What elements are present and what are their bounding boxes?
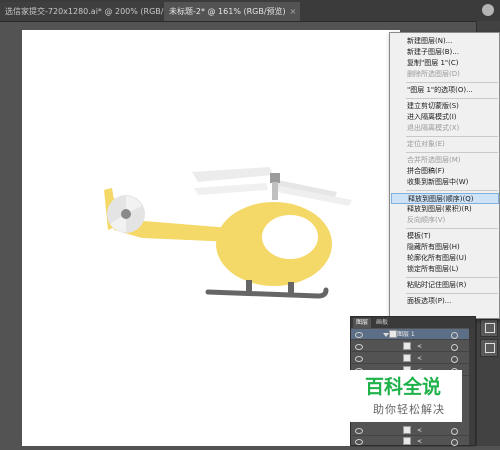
menu-separator	[406, 82, 498, 83]
rotor-blade-left-2	[194, 183, 268, 195]
menu-item[interactable]: 新建图层(N)...	[391, 36, 499, 47]
sublayer-row[interactable]: <	[351, 341, 475, 352]
artboards-icon	[485, 343, 495, 353]
rotor-blade-left	[192, 167, 273, 182]
sublayer-row[interactable]: <	[351, 425, 475, 436]
menu-item: 退出隔离模式(X)	[407, 124, 460, 132]
menu-item[interactable]: 面板选项(P)...	[391, 296, 499, 307]
artboard[interactable]	[22, 30, 400, 446]
target-icon[interactable]	[451, 356, 458, 363]
menu-item[interactable]: 收集到新图层中(W)	[391, 177, 499, 188]
menu-item[interactable]: 隐藏所有图层(H)	[391, 242, 499, 253]
tail-rotor-hub	[121, 209, 131, 219]
watermark-title: 百科全说	[365, 376, 442, 398]
sublayer-name: <	[417, 427, 423, 434]
menu-item[interactable]: 拼合图稿(F)	[391, 166, 499, 177]
document-tab-bar: 选信家提交-720x1280.ai* @ 200% (RGB/预览)× 未标题-…	[0, 0, 500, 22]
menu-separator	[406, 277, 498, 278]
menu-item[interactable]: 复制"图层 1"(C)	[391, 58, 499, 69]
menu-separator	[406, 152, 498, 153]
layer-thumbnail	[389, 330, 397, 338]
menu-separator	[406, 190, 498, 191]
sublayer-name: <	[417, 355, 423, 362]
menu-item[interactable]: 新建子图层(B)...	[391, 47, 499, 58]
helicopter-illustration	[104, 167, 352, 299]
tab-layers[interactable]: 图层	[353, 318, 372, 328]
tail-rotor	[107, 195, 145, 233]
tab-document-1-label: 选信家提交-720x1280.ai* @ 200% (RGB/预览)	[5, 7, 183, 16]
menu-item[interactable]: 锁定所有图层(L)	[391, 264, 499, 275]
main-rotor	[192, 167, 352, 206]
rotor-mast	[272, 182, 278, 200]
menu-item: 合并所选图层(M)	[407, 156, 461, 164]
menu-item[interactable]: 建立剪切蒙版(S)	[391, 101, 499, 112]
close-icon[interactable]: ×	[290, 7, 297, 16]
layers-scrollbar[interactable]	[469, 328, 475, 445]
menu-item[interactable]: 模板(T)	[391, 231, 499, 242]
layers-panel-button[interactable]	[480, 319, 498, 337]
layers-panel-menu: 新建图层(N)... 新建子图层(B)... 复制"图层 1"(C) 删除所选图层(D…	[389, 32, 500, 319]
sublayer-thumbnail	[403, 426, 411, 434]
menu-item[interactable]: 进入隔离模式(I)	[391, 112, 499, 123]
workspace-icon[interactable]	[482, 4, 494, 16]
sublayer-thumbnail	[403, 342, 411, 350]
sublayer-name: <	[417, 438, 423, 445]
tab-artboards[interactable]: 画板	[373, 318, 391, 328]
layers-icon	[485, 323, 495, 333]
menu-item[interactable]: 释放到图层(累积)(R)	[391, 204, 499, 215]
tab-document-2[interactable]: 未标题-2* @ 161% (RGB/预览) ×	[164, 2, 300, 21]
eye-icon[interactable]	[355, 332, 363, 338]
rotor-hub	[270, 173, 280, 183]
eye-icon[interactable]	[355, 356, 363, 362]
watermark-logo: 百科全说 助你轻松解决	[349, 370, 462, 422]
cabin-window	[262, 215, 318, 259]
eye-icon[interactable]	[355, 428, 363, 434]
eye-icon[interactable]	[355, 344, 363, 350]
menu-separator	[406, 228, 498, 229]
sublayer-row[interactable]: <	[351, 436, 475, 447]
menu-item[interactable]: "图层 1"的选项(O)...	[391, 85, 499, 96]
menu-item[interactable]: 轮廓化所有图层(U)	[391, 253, 499, 264]
menu-item: 反向顺序(V)	[407, 216, 446, 224]
layers-panel-tabs: 图层 画板	[351, 317, 475, 328]
menu-separator	[406, 98, 498, 99]
menu-item[interactable]: 释放到图层(顺序)(Q)	[391, 193, 499, 204]
sublayer-thumbnail	[403, 437, 411, 445]
skid-bar	[205, 287, 329, 299]
sublayer-row[interactable]: <	[351, 353, 475, 364]
target-icon[interactable]	[451, 439, 458, 446]
target-icon[interactable]	[451, 428, 458, 435]
menu-separator	[406, 136, 498, 137]
sublayer-thumbnail	[403, 354, 411, 362]
tab-document-1[interactable]: 选信家提交-720x1280.ai* @ 200% (RGB/预览)×	[0, 2, 193, 21]
eye-icon[interactable]	[355, 439, 363, 445]
menu-item: 定位对象(E)	[407, 140, 445, 148]
target-icon[interactable]	[451, 332, 458, 339]
menu-separator	[406, 293, 498, 294]
menu-item[interactable]: 粘贴时记住图层(R)	[391, 280, 499, 291]
sublayer-name: <	[417, 343, 423, 350]
layer-name: 图层 1	[397, 331, 415, 338]
watermark-subtitle: 助你轻松解决	[373, 403, 445, 416]
layer-row[interactable]: 图层 1	[351, 329, 475, 340]
menu-item: 删除所选图层(D)	[407, 70, 460, 78]
target-icon[interactable]	[451, 344, 458, 351]
tab-document-2-label: 未标题-2* @ 161% (RGB/预览)	[169, 7, 286, 16]
artboards-panel-button[interactable]	[480, 339, 498, 357]
